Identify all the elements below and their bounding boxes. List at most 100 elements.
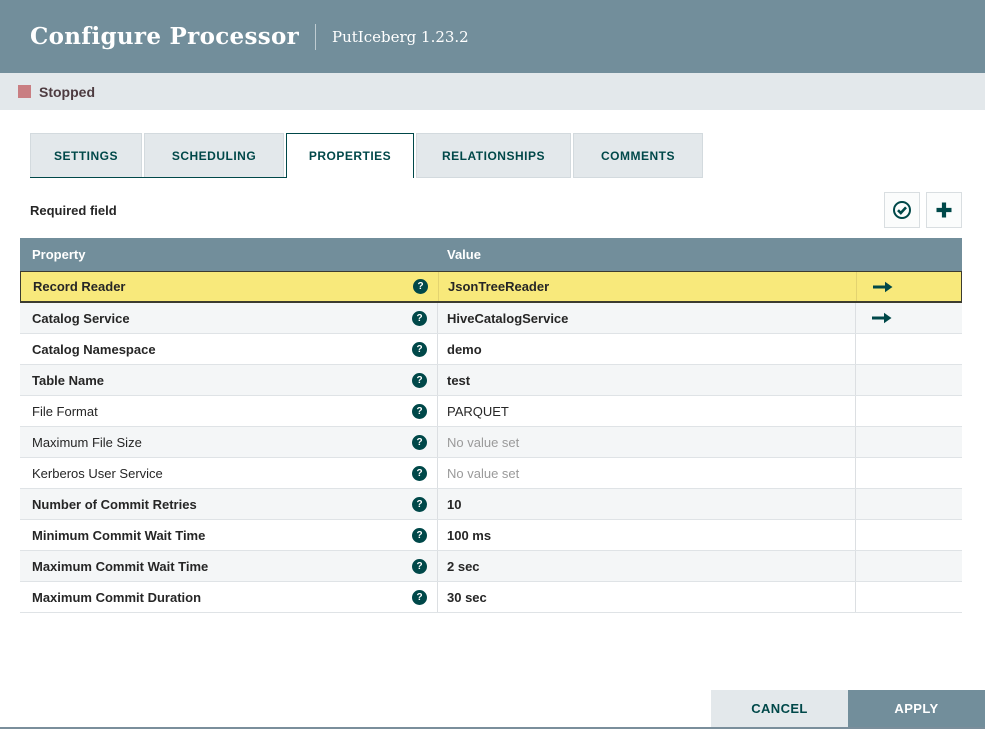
apply-button[interactable]: APPLY [848, 690, 985, 727]
property-row[interactable]: File Format ? PARQUET [20, 396, 962, 427]
tab-settings[interactable]: SETTINGS [30, 133, 142, 178]
property-value: demo [447, 341, 482, 357]
tab-relationships[interactable]: RELATIONSHIPS [416, 133, 571, 178]
property-name-cell: Number of Commit Retries ? [20, 489, 438, 519]
property-name-cell: Kerberos User Service ? [20, 458, 438, 488]
goto-cell [856, 365, 962, 395]
property-row[interactable]: Minimum Commit Wait Time ? 100 ms [20, 520, 962, 551]
property-name: Table Name [32, 372, 105, 388]
column-header-property: Property [32, 247, 86, 262]
property-name: Record Reader [33, 279, 126, 294]
property-name: Catalog Namespace [32, 341, 156, 357]
property-value-cell[interactable]: demo [438, 334, 856, 364]
goto-cell [856, 489, 962, 519]
property-row[interactable]: Maximum Commit Duration ? 30 sec [20, 582, 962, 613]
property-row[interactable]: Record Reader ? JsonTreeReader [20, 271, 962, 303]
property-name-cell: Maximum Commit Duration ? [20, 582, 438, 612]
property-name: Number of Commit Retries [32, 496, 197, 512]
add-property-button[interactable] [926, 192, 962, 228]
help-question-icon[interactable]: ? [412, 434, 427, 450]
help-question-icon[interactable]: ? [412, 589, 427, 605]
cancel-button[interactable]: CANCEL [711, 690, 848, 727]
tab-label: PROPERTIES [308, 149, 392, 163]
property-name: File Format [32, 403, 98, 419]
help-question-icon[interactable]: ? [412, 527, 427, 543]
property-table-body: Record Reader ? JsonTreeReader Catalog S… [20, 271, 962, 613]
help-question-icon[interactable]: ? [412, 496, 427, 512]
property-name-cell: Catalog Service ? [20, 303, 438, 333]
property-value-cell[interactable]: JsonTreeReader [439, 272, 857, 301]
property-value-cell[interactable]: test [438, 365, 856, 395]
help-question-icon[interactable]: ? [412, 403, 427, 419]
property-row[interactable]: Table Name ? test [20, 365, 962, 396]
goto-service-arrow-icon[interactable] [870, 312, 894, 324]
goto-cell [856, 520, 962, 550]
property-value-cell[interactable]: No value set [438, 427, 856, 457]
help-question-icon[interactable]: ? [412, 341, 427, 357]
property-value-cell[interactable]: 2 sec [438, 551, 856, 581]
help-question-icon[interactable]: ? [412, 558, 427, 574]
help-question-icon[interactable]: ? [412, 372, 427, 388]
property-name: Kerberos User Service [32, 465, 163, 481]
property-row[interactable]: Kerberos User Service ? No value set [20, 458, 962, 489]
property-name-cell: File Format ? [20, 396, 438, 426]
tab-properties[interactable]: PROPERTIES [286, 133, 414, 178]
property-name-cell: Maximum Commit Wait Time ? [20, 551, 438, 581]
property-value: test [447, 372, 471, 388]
help-question-icon[interactable]: ? [413, 279, 428, 294]
property-value: 30 sec [447, 589, 487, 605]
properties-toolbar: Required field [30, 192, 962, 228]
goto-cell [856, 427, 962, 457]
tab-scheduling[interactable]: SCHEDULING [144, 133, 284, 178]
status-bar: Stopped [0, 73, 985, 110]
property-name-cell: Record Reader ? [21, 272, 439, 301]
required-field-note: Required field [30, 202, 117, 218]
tab-label: SETTINGS [53, 148, 118, 163]
property-value-cell[interactable]: 100 ms [438, 520, 856, 550]
goto-cell [856, 303, 962, 333]
tab-bar: SETTINGS SCHEDULING PROPERTIES RELATIONS… [30, 133, 955, 178]
property-value: 2 sec [447, 558, 480, 574]
help-question-icon[interactable]: ? [412, 465, 427, 481]
property-table: Property Value Record Reader ? JsonTreeR… [20, 238, 962, 613]
property-value: PARQUET [447, 403, 509, 419]
goto-cell [856, 551, 962, 581]
goto-cell [856, 334, 962, 364]
property-value-cell[interactable]: HiveCatalogService [438, 303, 856, 333]
toolbar-buttons [878, 192, 962, 228]
property-row[interactable]: Maximum File Size ? No value set [20, 427, 962, 458]
property-name-cell: Table Name ? [20, 365, 438, 395]
property-name: Maximum Commit Duration [32, 589, 202, 605]
property-value-cell[interactable]: No value set [438, 458, 856, 488]
property-value: 100 ms [447, 527, 492, 543]
stopped-icon [18, 85, 31, 98]
property-row[interactable]: Maximum Commit Wait Time ? 2 sec [20, 551, 962, 582]
goto-cell [857, 272, 961, 301]
property-value: 10 [447, 496, 462, 512]
property-row[interactable]: Number of Commit Retries ? 10 [20, 489, 962, 520]
dialog-bottom-edge [0, 727, 985, 729]
dialog-header: Configure Processor PutIceberg 1.23.2 [0, 0, 985, 73]
property-name-cell: Minimum Commit Wait Time ? [20, 520, 438, 550]
goto-cell [856, 582, 962, 612]
plus-icon [936, 202, 952, 218]
property-value: JsonTreeReader [448, 279, 550, 294]
property-name: Catalog Service [32, 310, 130, 326]
property-value-cell[interactable]: 30 sec [438, 582, 856, 612]
tab-comments[interactable]: COMMENTS [573, 133, 703, 178]
processor-type-version: PutIceberg 1.23.2 [332, 27, 469, 46]
dialog-footer: CANCEL APPLY [711, 690, 985, 727]
verify-properties-button[interactable] [884, 192, 920, 228]
status-label: Stopped [39, 83, 95, 100]
help-question-icon[interactable]: ? [412, 310, 427, 326]
property-name: Maximum Commit Wait Time [32, 558, 209, 574]
property-name: Maximum File Size [32, 434, 142, 450]
goto-service-arrow-icon[interactable] [871, 281, 895, 293]
property-row[interactable]: Catalog Service ? HiveCatalogService [20, 303, 962, 334]
property-row[interactable]: Catalog Namespace ? demo [20, 334, 962, 365]
property-value-cell[interactable]: 10 [438, 489, 856, 519]
tab-label: COMMENTS [601, 148, 675, 163]
property-value-cell[interactable]: PARQUET [438, 396, 856, 426]
goto-cell [856, 396, 962, 426]
column-header-value: Value [447, 247, 481, 262]
